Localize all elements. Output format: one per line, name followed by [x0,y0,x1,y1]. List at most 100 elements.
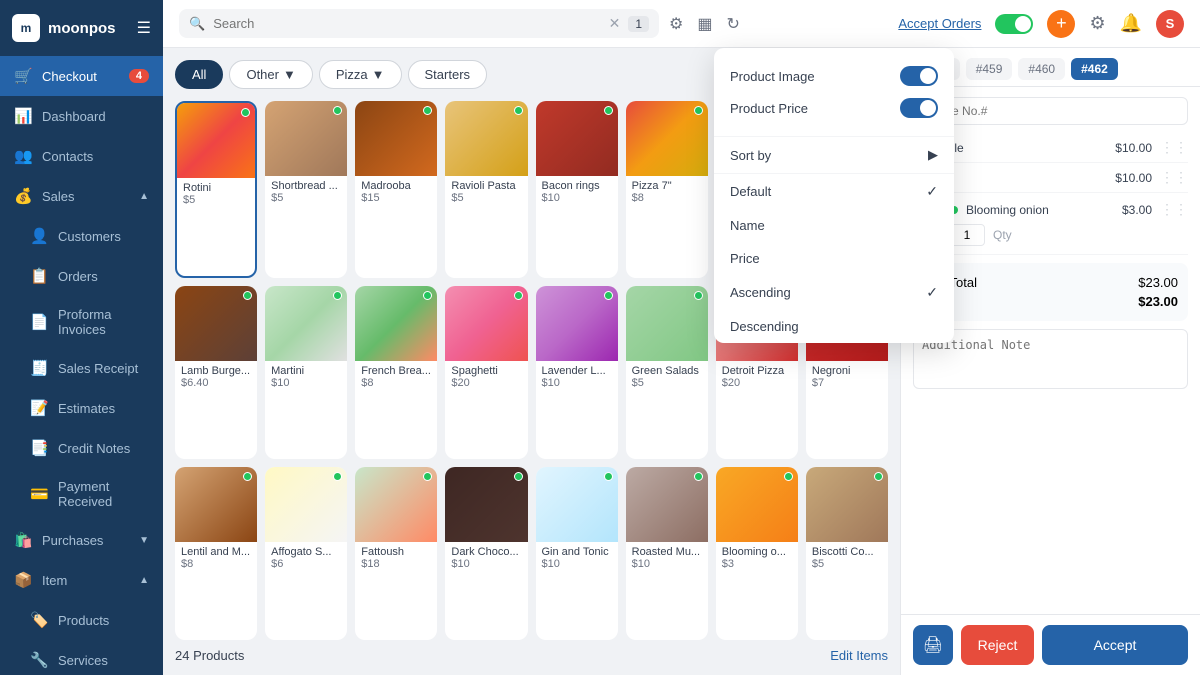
dropdown-toggles-section: Product Image Product Price [714,48,954,137]
product-card[interactable]: Lentil and M... $8 [175,467,257,640]
product-info: French Brea... $8 [355,361,437,394]
order-tab-459[interactable]: #459 [966,58,1013,80]
drag-icon-blooming: ⋮⋮ [1160,201,1188,218]
product-price: $8 [632,192,702,204]
product-price: $10 [542,558,612,570]
sort-option-default[interactable]: Default ✓ [714,174,954,209]
print-button[interactable]: 🖨 [913,625,953,665]
cat-tab-all[interactable]: All [175,60,223,89]
order-tab-460[interactable]: #460 [1018,58,1065,80]
filter-icon[interactable]: ⚙ [669,14,683,34]
sidebar-item-dashboard[interactable]: 📊 Dashboard [0,96,163,136]
layout-icon[interactable]: ▦ [697,14,712,34]
cat-tab-other[interactable]: Other ▼ [229,60,312,89]
product-card[interactable]: Spaghetti $20 [445,286,527,459]
product-card[interactable]: Shortbread ... $5 [265,101,347,278]
product-card[interactable]: Affogato S... $6 [265,467,347,640]
cat-tab-pizza[interactable]: Pizza ▼ [319,60,402,89]
product-image [536,101,618,176]
product-name: Pizza 7" [632,180,702,192]
sidebar-item-paymentreceived[interactable]: 💳 Payment Received [0,468,163,520]
phone-input[interactable] [913,97,1188,125]
product-card[interactable]: Gin and Tonic $10 [536,467,618,640]
product-price: $5 [451,192,521,204]
product-card[interactable]: Madrooba $15 [355,101,437,278]
sidebar-item-products[interactable]: 🏷️ Products [0,600,163,640]
sidebar-item-purchases[interactable]: 🛍️ Purchases ▼ [0,520,163,560]
add-button[interactable]: + [1047,10,1075,38]
sidebar-item-services[interactable]: 🔧 Services [0,640,163,675]
sidebar-item-checkout[interactable]: 🛒 Checkout 4 [0,56,163,96]
product-card[interactable]: Roasted Mu... $10 [626,467,708,640]
cat-tab-starters[interactable]: Starters [408,60,488,89]
product-card[interactable]: Bacon rings $10 [536,101,618,278]
dashboard-icon: 📊 [14,107,32,125]
sidebar-item-estimates[interactable]: 📝 Estimates [0,388,163,428]
sort-by-header[interactable]: Sort by ▶ [714,137,954,174]
additional-note[interactable] [913,329,1188,389]
sidebar-item-contacts[interactable]: 👥 Contacts [0,136,163,176]
total-value: $23.00 [1138,294,1178,309]
product-name: Lamb Burge... [181,365,251,377]
sort-default-check-icon: ✓ [926,183,938,200]
sidebar-logo: m moonpos ☰ [0,0,163,56]
product-status-dot [514,291,523,300]
sort-price-label: Price [730,251,760,266]
product-card[interactable]: Biscotti Co... $5 [806,467,888,640]
product-card[interactable]: Ravioli Pasta $5 [445,101,527,278]
product-image [175,286,257,361]
sort-option-descending[interactable]: Descending [714,310,954,343]
product-name: Roasted Mu... [632,546,702,558]
product-card[interactable]: Pizza 7" $8 [626,101,708,278]
avatar[interactable]: S [1156,10,1184,38]
settings-icon[interactable]: ⚙ [1089,13,1105,34]
order-tab-462[interactable]: #462 [1071,58,1118,80]
sales-icon: 💰 [14,187,32,205]
sidebar-label-services: Services [58,653,108,668]
sidebar-item-customers[interactable]: 👤 Customers [0,216,163,256]
sidebar-item-orders[interactable]: 📋 Orders [0,256,163,296]
product-card[interactable]: Dark Choco... $10 [445,467,527,640]
product-card[interactable]: Green Salads $5 [626,286,708,459]
sidebar-item-salesreceipt[interactable]: 🧾 Sales Receipt [0,348,163,388]
accept-button[interactable]: Accept [1042,625,1188,665]
sales-chevron-icon: ▲ [139,191,149,202]
accept-orders-toggle[interactable] [995,14,1033,34]
sidebar-item-proforma[interactable]: 📄 Proforma Invoices [0,296,163,348]
sidebar-item-sales[interactable]: 💰 Sales ▲ [0,176,163,216]
search-input[interactable] [213,16,600,31]
product-price: $8 [181,558,251,570]
sort-option-price[interactable]: Price [714,242,954,275]
sidebar-label-salesreceipt: Sales Receipt [58,361,138,376]
sidebar-item-creditnotes[interactable]: 📑 Credit Notes [0,428,163,468]
product-card[interactable]: Martini $10 [265,286,347,459]
product-card[interactable]: Lavender L... $10 [536,286,618,459]
product-image-toggle[interactable] [900,66,938,86]
hamburger-icon[interactable]: ☰ [137,18,151,38]
accept-orders-label[interactable]: Accept Orders [898,16,981,31]
sort-option-name[interactable]: Name [714,209,954,242]
product-status-dot [333,472,342,481]
blooming-qty-input[interactable] [949,224,985,246]
product-card[interactable]: Fattoush $18 [355,467,437,640]
sidebar-item-item[interactable]: 📦 Item ▲ [0,560,163,600]
sidebar-label-proforma: Proforma Invoices [58,307,149,337]
reject-button[interactable]: Reject [961,625,1034,665]
product-price: $10 [451,558,521,570]
order-item-1-price: $10.00 [1115,141,1152,155]
orders-icon: 📋 [30,267,48,285]
product-card[interactable]: Rotini $5 [175,101,257,278]
notifications-icon[interactable]: 🔔 [1120,13,1142,34]
sort-option-ascending[interactable]: Ascending ✓ [714,275,954,310]
total-row: Total $23.00 [923,292,1178,311]
product-card[interactable]: French Brea... $8 [355,286,437,459]
blooming-name: Blooming onion [966,203,1114,217]
refresh-icon[interactable]: ↻ [726,14,739,34]
product-card[interactable]: Lamb Burge... $6.40 [175,286,257,459]
product-image [626,286,708,361]
edit-items-link[interactable]: Edit Items [830,648,888,663]
product-price-toggle[interactable] [900,98,938,118]
search-clear-icon[interactable]: ✕ [609,15,621,32]
product-card[interactable]: Blooming o... $3 [716,467,798,640]
products-count: 24 Products [175,648,244,663]
